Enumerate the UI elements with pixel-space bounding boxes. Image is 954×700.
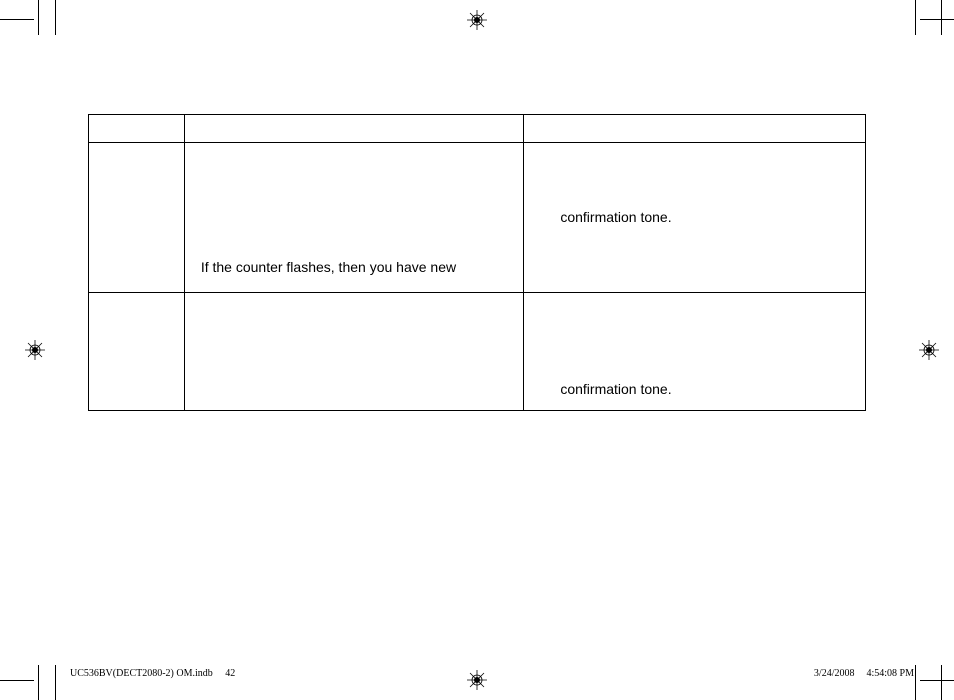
table-cell: confirmation tone. <box>524 143 866 293</box>
footer-filename: UC536BV(DECT2080-2) OM.indb <box>70 668 213 679</box>
table-cell: If the counter flashes, then you have ne… <box>184 143 524 293</box>
footer-right: 3/24/2008 4:54:08 PM <box>814 668 914 679</box>
table-cell <box>184 293 524 411</box>
page-footer: UC536BV(DECT2080-2) OM.indb 42 3/24/2008… <box>70 668 914 679</box>
registration-mark-icon <box>25 340 45 360</box>
footer-page: 42 <box>225 668 235 679</box>
table-cell <box>524 115 866 143</box>
registration-mark-icon <box>919 340 939 360</box>
table-cell <box>184 115 524 143</box>
registration-mark-icon <box>467 10 487 30</box>
table-cell <box>89 115 185 143</box>
table-row: If the counter flashes, then you have ne… <box>89 143 866 293</box>
table-cell <box>89 143 185 293</box>
table-cell <box>89 293 185 411</box>
footer-date: 3/24/2008 <box>814 668 855 679</box>
document-table: If the counter flashes, then you have ne… <box>88 114 866 411</box>
footer-time: 4:54:08 PM <box>866 668 914 679</box>
table-cell: confirmation tone. <box>524 293 866 411</box>
table-header-row <box>89 115 866 143</box>
footer-left: UC536BV(DECT2080-2) OM.indb 42 <box>70 668 235 679</box>
table-row: confirmation tone. <box>89 293 866 411</box>
